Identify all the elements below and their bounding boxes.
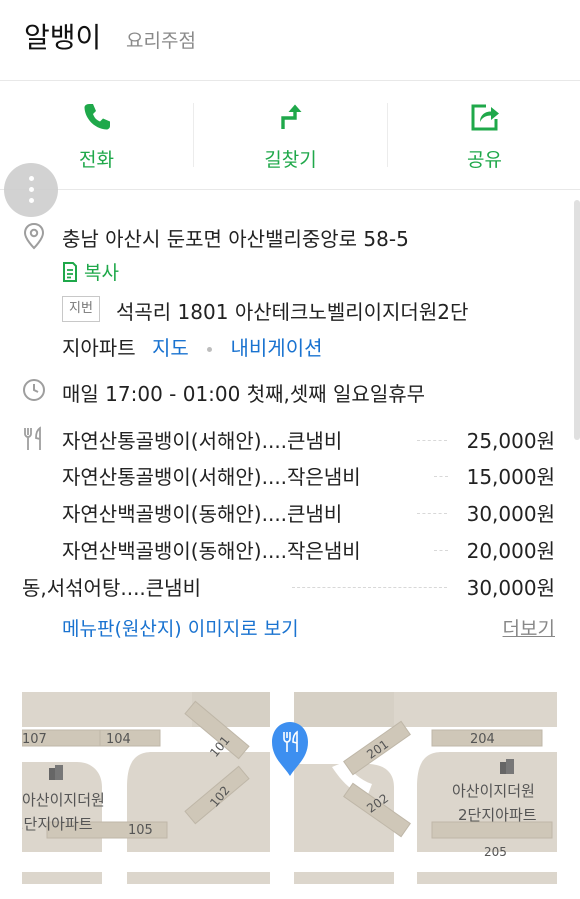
map-road <box>22 852 270 872</box>
clock-icon <box>23 379 45 401</box>
more-dot-icon <box>29 187 34 192</box>
map-label-105: 105 <box>128 823 153 838</box>
map-complex2-line2: 2단지아파트 <box>458 806 537 824</box>
more-link[interactable]: 더보기 <box>503 614 555 641</box>
leader-line <box>292 587 447 588</box>
menu-item-price: 20,000원 <box>466 539 555 563</box>
menu-item-price: 30,000원 <box>466 576 555 600</box>
menu-image-link[interactable]: 메뉴판(원산지) 이미지로 보기 <box>62 614 299 641</box>
menu-item-name: 자연산통골뱅이(서해안)....작은냄비 <box>62 465 361 489</box>
lot-address-line1: 석곡리 1801 아산테크노벨리이지더원2단 <box>116 300 469 324</box>
share-icon <box>471 104 499 131</box>
menu-item-name: 동,서섞어탕....큰냄비 <box>22 576 201 600</box>
lot-number-badge: 지번 <box>62 296 100 322</box>
map-label-104: 104 <box>106 732 131 747</box>
menu-item: 자연산통골뱅이(서해안)....작은냄비 15,000원 <box>62 461 555 491</box>
share-label: 공유 <box>467 149 502 171</box>
map-complex1-line2: 1단지아파트 <box>22 815 93 833</box>
copy-label: 복사 <box>84 262 120 284</box>
phone-icon <box>84 104 110 130</box>
separator-dot <box>207 347 213 352</box>
map-view[interactable]: 107 104 101 102 105 201 204 202 205 아산이지… <box>22 672 557 884</box>
scrollbar[interactable] <box>574 200 580 440</box>
copy-address-button[interactable]: 복사 <box>62 258 119 285</box>
leader-line <box>417 513 447 514</box>
place-category: 요리주점 <box>126 30 196 52</box>
menu-item: 자연산통골뱅이(서해안)....큰냄비 25,000원 <box>62 425 555 455</box>
directions-label: 길찾기 <box>264 149 317 171</box>
menu-item-price: 30,000원 <box>466 502 555 526</box>
action-bar: 전화 길찾기 공유 <box>0 81 580 190</box>
menu-item-price: 25,000원 <box>466 429 555 453</box>
map-road <box>270 672 294 884</box>
map-label-107: 107 <box>22 732 47 747</box>
directions-icon <box>280 104 301 129</box>
more-options-button[interactable] <box>4 163 58 217</box>
map-complex2-line1: 아산이지더원 <box>452 782 535 800</box>
menu-item: 동,서섞어탕....큰냄비 30,000원 <box>22 572 555 602</box>
lot-address-line2-row: 지아파트 지도 내비게이션 <box>62 332 323 361</box>
map-road <box>294 852 557 872</box>
more-dot-icon <box>29 198 34 203</box>
navigation-link[interactable]: 내비게이션 <box>231 336 323 360</box>
copy-icon <box>63 262 77 282</box>
menu-item-name: 자연산통골뱅이(서해안)....큰냄비 <box>62 429 343 453</box>
menu-item-name: 자연산백골뱅이(동해안)....작은냄비 <box>62 539 361 563</box>
map-complex1-line1: 아산이지더원 <box>22 791 105 809</box>
leader-line <box>417 440 447 441</box>
menu-item-name: 자연산백골뱅이(동해안)....큰냄비 <box>62 502 343 526</box>
menu-item-price: 15,000원 <box>466 465 555 489</box>
map-label-205: 205 <box>484 845 507 859</box>
lot-address-line2: 지아파트 <box>62 336 136 360</box>
menu-item: 자연산백골뱅이(동해안)....큰냄비 30,000원 <box>62 498 555 528</box>
menu-item: 자연산백골뱅이(동해안)....작은냄비 20,000원 <box>62 535 555 565</box>
leader-line <box>434 476 448 477</box>
map-label-204: 204 <box>470 732 495 747</box>
business-hours: 매일 17:00 - 01:00 첫째,셋째 일요일휴무 <box>62 382 426 406</box>
leader-line <box>434 550 448 551</box>
map-link[interactable]: 지도 <box>152 336 189 360</box>
location-pin-icon <box>23 222 45 250</box>
place-header: 알뱅이 요리주점 <box>0 0 580 81</box>
place-title: 알뱅이 <box>24 21 102 54</box>
map-canvas: 107 104 101 102 105 201 204 202 205 아산이지… <box>22 672 557 884</box>
more-dot-icon <box>29 176 34 181</box>
share-button[interactable]: 공유 <box>388 81 580 189</box>
fork-knife-icon <box>24 426 41 450</box>
directions-button[interactable]: 길찾기 <box>194 81 387 189</box>
road-address: 충남 아산시 둔포면 아산밸리중앙로 58-5 <box>62 227 409 251</box>
